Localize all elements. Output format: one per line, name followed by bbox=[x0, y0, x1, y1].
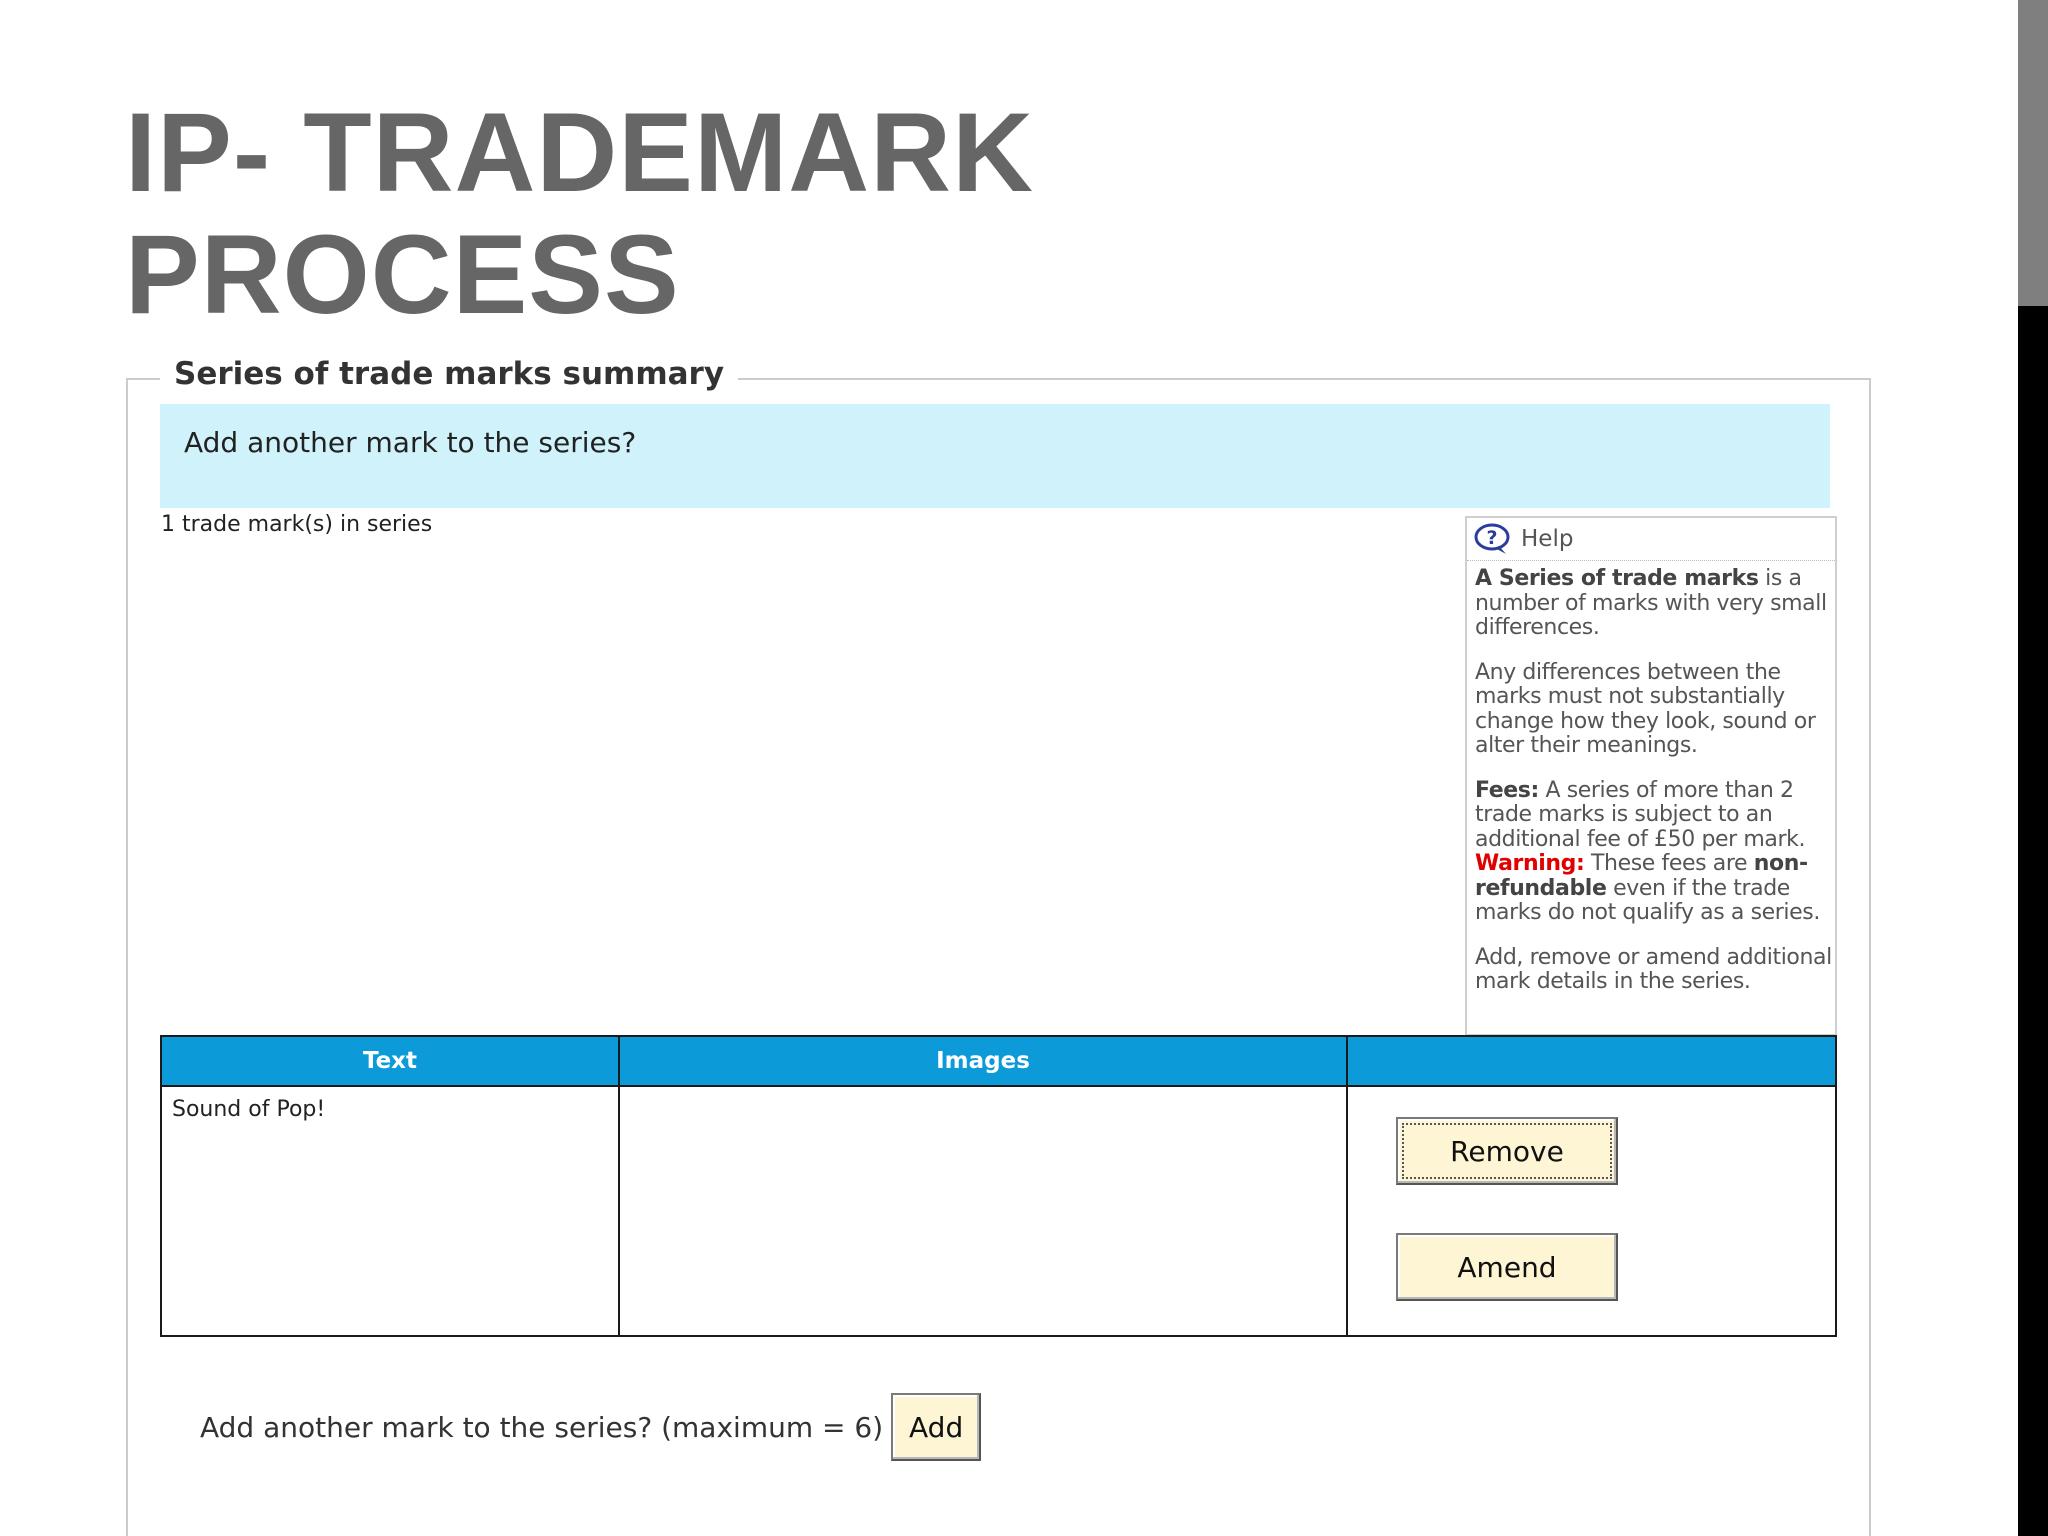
banner-question: Add another mark to the series? bbox=[184, 426, 637, 459]
series-count-text: 1 trade mark(s) in series bbox=[161, 512, 433, 537]
help-title[interactable]: Help bbox=[1521, 526, 1573, 552]
slide-title: IP- TRADEMARK PROCESS bbox=[125, 92, 1034, 336]
help-term-fees: Fees: bbox=[1475, 777, 1539, 803]
help-header: ? Help bbox=[1467, 518, 1835, 561]
add-button[interactable]: Add bbox=[891, 1393, 982, 1461]
help-paragraph-fees: Fees: A series of more than 2 trade mark… bbox=[1475, 777, 1835, 926]
add-mark-question: Add another mark to the series? (maximum… bbox=[200, 1410, 884, 1444]
help-warning-text: These fees are bbox=[1584, 851, 1754, 876]
add-mark-row: Add another mark to the series? (maximum… bbox=[200, 1393, 982, 1461]
help-warning-label: Warning: bbox=[1475, 851, 1585, 876]
help-paragraph-differences: Any differences between the marks must n… bbox=[1475, 659, 1816, 758]
question-mark-icon[interactable]: ? bbox=[1473, 522, 1513, 556]
add-mark-banner: Add another mark to the series? bbox=[160, 404, 1830, 508]
slide-title-line-1: IP- TRADEMARK bbox=[125, 90, 1034, 215]
amend-button[interactable]: Amend bbox=[1396, 1233, 1618, 1301]
table-header-row: Text Images bbox=[160, 1035, 1837, 1087]
column-header-text: Text bbox=[160, 1035, 620, 1087]
table-cell-text: Sound of Pop! bbox=[160, 1085, 620, 1337]
column-header-images: Images bbox=[618, 1035, 1348, 1087]
remove-button[interactable]: Remove bbox=[1396, 1117, 1618, 1185]
help-body: A Series of trade marks is a number of m… bbox=[1467, 561, 1835, 995]
slide-title-line-2: PROCESS bbox=[125, 212, 680, 337]
table-cell-images bbox=[618, 1085, 1348, 1337]
help-term-series: A Series of trade marks bbox=[1475, 566, 1759, 591]
slide-side-bar-accent bbox=[2018, 0, 2048, 306]
help-panel: ? Help A Series of trade marks is a numb… bbox=[1465, 516, 1837, 1036]
help-paragraph-actions: Add, remove or amend additional mark det… bbox=[1475, 944, 1832, 994]
help-paragraph-series: A Series of trade marks is a number of m… bbox=[1475, 566, 1835, 641]
fieldset-legend: Series of trade marks summary bbox=[160, 356, 739, 392]
mark-text-value: Sound of Pop! bbox=[172, 1097, 326, 1122]
svg-text:?: ? bbox=[1486, 527, 1497, 549]
column-header-actions bbox=[1346, 1035, 1837, 1087]
